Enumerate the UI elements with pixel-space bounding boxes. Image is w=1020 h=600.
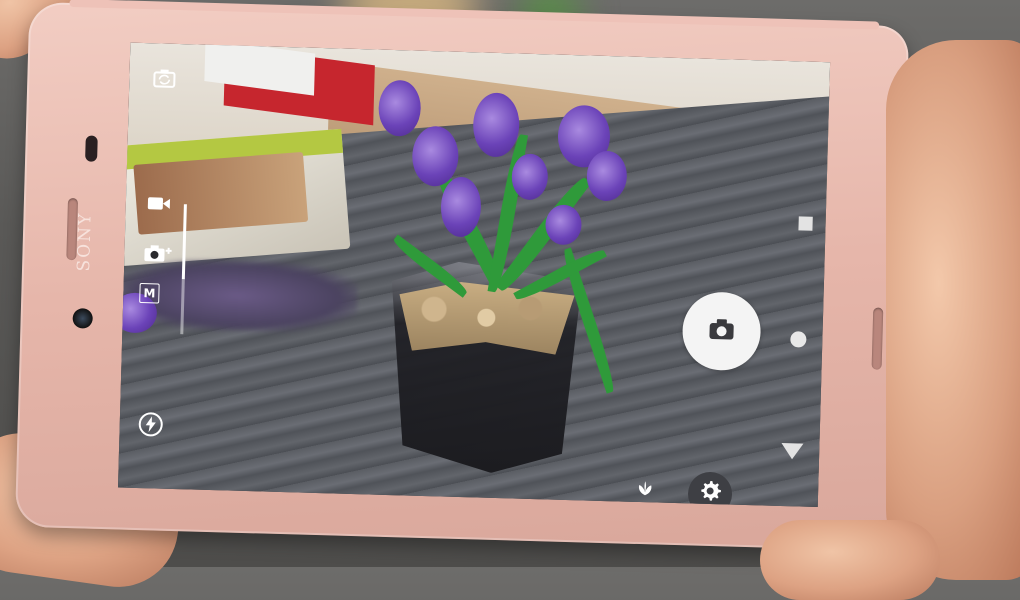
camera-icon xyxy=(707,318,736,345)
brand-logo: SONY xyxy=(73,211,96,272)
video-camera-icon[interactable] xyxy=(146,193,173,217)
flash-icon[interactable] xyxy=(137,411,164,441)
manual-mode-icon[interactable]: M xyxy=(139,283,160,304)
camera-switch-icon[interactable] xyxy=(151,67,178,93)
smartphone: SONY M xyxy=(14,0,910,552)
mode-selector-triangle[interactable] xyxy=(781,442,804,460)
bottom-speaker xyxy=(871,307,884,370)
right-hand xyxy=(886,40,1020,580)
gear-icon xyxy=(698,479,723,507)
camera-viewfinder[interactable]: M xyxy=(117,42,831,508)
mode-selector-square[interactable] xyxy=(798,216,813,231)
plant-icon xyxy=(635,480,656,500)
camera-plus-icon[interactable] xyxy=(142,243,175,267)
right-bottom-fingers xyxy=(760,520,940,600)
proximity-sensor xyxy=(85,135,98,162)
front-camera xyxy=(72,308,93,329)
